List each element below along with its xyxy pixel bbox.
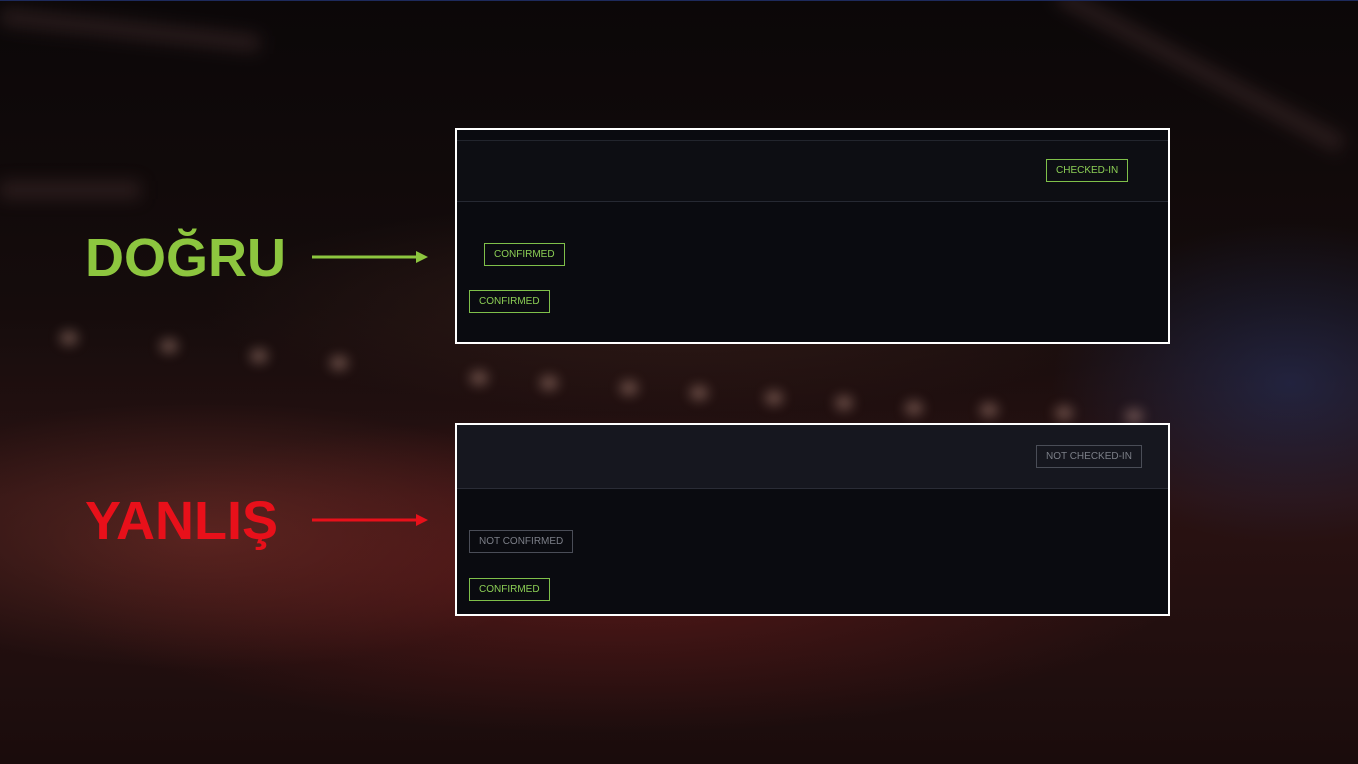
- background-light: [835, 396, 853, 410]
- background-light: [540, 376, 558, 390]
- confirmed-badge[interactable]: CONFIRMED: [469, 578, 550, 601]
- background-beam: [0, 181, 140, 199]
- background-light: [250, 349, 268, 363]
- wrong-label: YANLIŞ: [85, 491, 279, 551]
- background-beam: [0, 7, 261, 53]
- background-light: [470, 371, 488, 385]
- correct-example-panel: CHECKED-IN CONFIRMED CONFIRMED: [455, 128, 1170, 344]
- panel-header: NOT CHECKED-IN: [457, 425, 1168, 489]
- background-light: [980, 403, 998, 417]
- not-confirmed-badge[interactable]: NOT CONFIRMED: [469, 530, 574, 553]
- not-checked-in-badge[interactable]: NOT CHECKED-IN: [1036, 445, 1142, 468]
- wrong-example-panel: NOT CHECKED-IN NOT CONFIRMED CONFIRMED: [455, 423, 1170, 616]
- background-light: [690, 386, 708, 400]
- background-light: [60, 331, 78, 345]
- background-light: [765, 391, 783, 405]
- confirmed-badge[interactable]: CONFIRMED: [484, 243, 565, 266]
- wrong-arrow-icon: [312, 514, 428, 526]
- confirmed-badge[interactable]: CONFIRMED: [469, 290, 550, 313]
- background-light: [905, 401, 923, 415]
- correct-arrow-icon: [312, 251, 428, 263]
- background-light: [1125, 409, 1143, 423]
- correct-label: DOĞRU: [85, 228, 286, 288]
- checked-in-badge[interactable]: CHECKED-IN: [1046, 159, 1129, 182]
- background-light: [620, 381, 638, 395]
- background-light: [330, 356, 348, 370]
- panel-header: CHECKED-IN: [457, 141, 1168, 202]
- slide-canvas: DOĞRU YANLIŞ CHECKED-IN CONFIRMED CONFIR…: [0, 0, 1358, 764]
- background-light: [1055, 406, 1073, 420]
- background-light: [160, 339, 178, 353]
